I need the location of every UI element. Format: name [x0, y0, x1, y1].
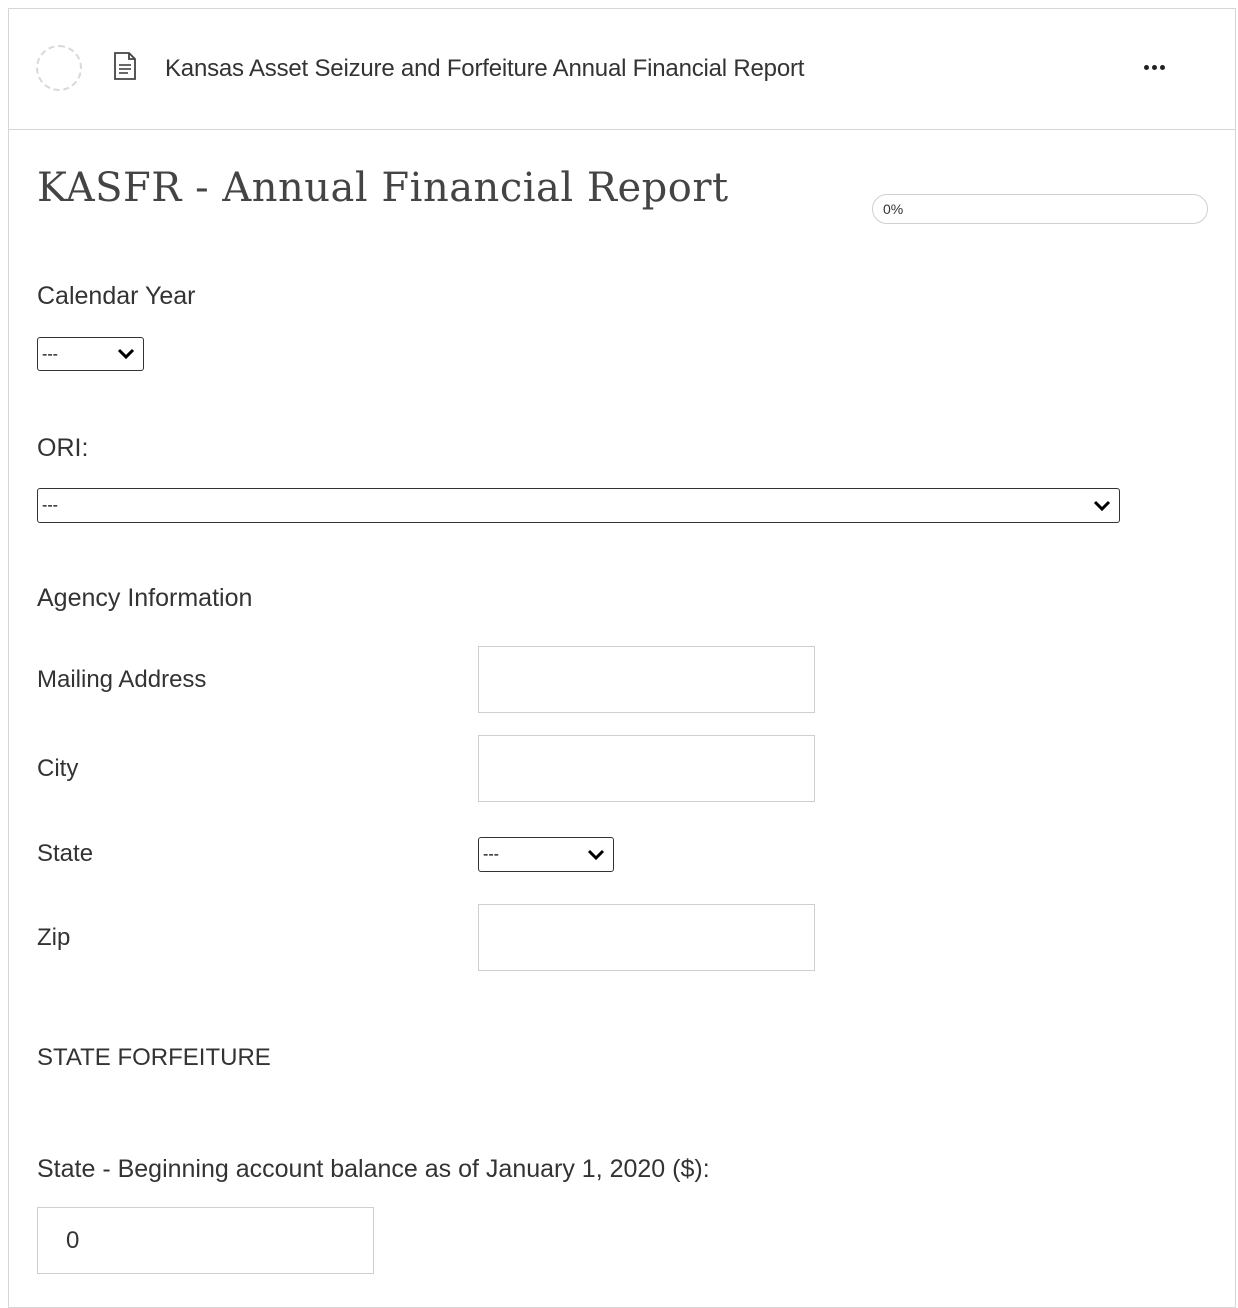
beginning-balance-input[interactable]: [37, 1207, 374, 1274]
state-select-wrap: ---: [478, 837, 614, 872]
mailing-address-input[interactable]: [478, 646, 815, 713]
more-options-button[interactable]: [1134, 52, 1174, 82]
calendar-year-select-wrap: ---: [37, 337, 144, 371]
city-input[interactable]: [478, 735, 815, 802]
progress-text: 0%: [883, 201, 904, 217]
header-bar: Kansas Asset Seizure and Forfeiture Annu…: [8, 8, 1236, 130]
form-title: KASFR - Annual Financial Report: [37, 165, 729, 211]
beginning-balance-label: State - Beginning account balance as of …: [37, 1155, 710, 1183]
state-forfeiture-heading: STATE FORFEITURE: [37, 1044, 271, 1071]
state-select[interactable]: ---: [478, 837, 614, 872]
ori-select-wrap: ---: [37, 488, 1120, 523]
ori-label: ORI:: [37, 434, 89, 462]
agency-information-heading: Agency Information: [37, 584, 253, 612]
ori-select[interactable]: ---: [37, 488, 1120, 523]
zip-input[interactable]: [478, 904, 815, 971]
calendar-year-select[interactable]: ---: [37, 337, 144, 371]
city-label: City: [37, 755, 79, 782]
state-label: State: [37, 840, 94, 867]
zip-label: Zip: [37, 924, 71, 951]
document-icon: [114, 52, 136, 80]
mailing-address-label: Mailing Address: [37, 666, 207, 693]
calendar-year-label: Calendar Year: [37, 282, 196, 310]
loading-spinner-icon: [36, 45, 82, 91]
report-title: Kansas Asset Seizure and Forfeiture Annu…: [165, 55, 805, 82]
more-horizontal-icon: [1143, 64, 1149, 70]
progress-bar: 0%: [872, 194, 1208, 224]
